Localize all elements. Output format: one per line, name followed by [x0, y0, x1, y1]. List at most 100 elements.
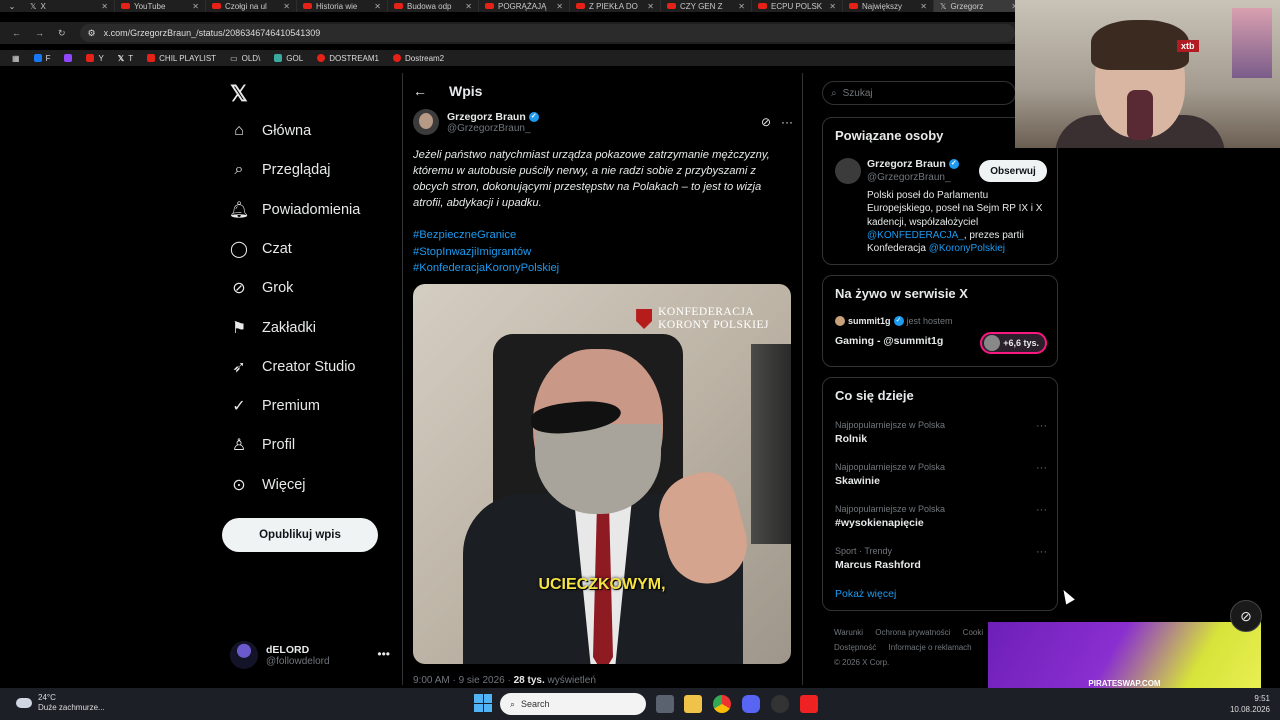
close-icon[interactable]: ✕	[647, 2, 654, 11]
footer-link[interactable]: Warunki	[834, 628, 863, 637]
close-icon[interactable]: ✕	[920, 2, 927, 11]
mention-link[interactable]: @KoronyPolskiej	[929, 243, 1005, 254]
nav-item-czat[interactable]: ◯ Czat	[230, 236, 292, 262]
close-icon[interactable]: ✕	[556, 2, 563, 11]
hashtag-link[interactable]: #KonfederacjaKoronyPolskiej	[413, 260, 559, 277]
bookmark-gol[interactable]: GOL	[274, 54, 303, 63]
close-icon[interactable]: ✕	[192, 2, 199, 11]
forward-icon[interactable]: →	[35, 28, 44, 38]
youtube-icon	[212, 3, 221, 9]
browser-tab[interactable]: POGRĄŻAJĄ ✕	[479, 0, 570, 12]
nav-item-creator-studio[interactable]: ➶ Creator Studio	[230, 354, 355, 380]
browser-tab[interactable]: Największy ✕	[843, 0, 934, 12]
nav-item-zakładki[interactable]: ⚑ Zakładki	[230, 315, 316, 341]
related-name[interactable]: Grzegorz Braun ✓	[867, 158, 959, 170]
discord-icon[interactable]	[742, 695, 760, 713]
nav-item-więcej[interactable]: ⊙ Więcej	[230, 472, 305, 498]
trend-item[interactable]: Najpopularniejsze w Polska Rolnik ···	[835, 420, 1047, 445]
live-host[interactable]: summit1g ✓ jest hostem	[835, 316, 953, 326]
browser-tab[interactable]: 𝕏 X ✕	[24, 0, 115, 12]
hashtag-link[interactable]: #StopInwazjiImigrantów	[413, 244, 559, 261]
nav-item-premium[interactable]: ✓ Premium	[230, 393, 320, 419]
grok-floating-icon[interactable]: ⊘	[1230, 600, 1262, 632]
live-listeners-pill[interactable]: +6,6 tys.	[980, 332, 1047, 354]
bookmark-dostream2[interactable]: Dostream2	[393, 54, 444, 63]
search-input[interactable]: ⌕ Szukaj	[822, 81, 1016, 105]
tab-list-icon[interactable]: ⌄	[0, 2, 24, 11]
close-icon[interactable]: ✕	[374, 2, 381, 11]
browser-tab[interactable]: ECPU POLSK ✕	[752, 0, 843, 12]
nav-item-główna[interactable]: ⌂ Główna	[230, 118, 311, 144]
hashtag-link[interactable]: #BezpieczneGranice	[413, 227, 559, 244]
trend-item[interactable]: Sport · Trendy Marcus Rashford ···	[835, 546, 1047, 571]
footer-link[interactable]: Cooki	[963, 628, 983, 637]
obs-icon[interactable]	[771, 695, 789, 713]
browser-tab[interactable]: Czołgi na ul ✕	[206, 0, 297, 12]
file-explorer-icon[interactable]	[684, 695, 702, 713]
show-more-link[interactable]: Pokaż więcej	[835, 588, 896, 600]
bookmark-t[interactable]: 𝕏T	[118, 54, 133, 63]
windows-start-icon[interactable]	[474, 694, 492, 712]
grok-icon[interactable]: ⊘	[761, 115, 771, 129]
nav-item-profil[interactable]: ♙ Profil	[230, 432, 295, 458]
browser-tab[interactable]: Historia wie ✕	[297, 0, 388, 12]
x-logo-icon[interactable]: 𝕏	[230, 81, 248, 107]
back-icon[interactable]: ←	[12, 28, 21, 38]
more-dots-icon[interactable]: ···	[1036, 462, 1047, 474]
back-arrow-icon[interactable]: ←	[413, 83, 427, 99]
trend-topic: Skawinie	[835, 475, 880, 487]
tab-label: YouTube	[134, 1, 166, 11]
bookmark-old[interactable]: ▭ OLD\	[230, 54, 260, 63]
more-dots-icon[interactable]: ···	[1036, 504, 1047, 516]
browser-tab[interactable]: CZY GEN Z ✕	[661, 0, 752, 12]
post-video[interactable]: KONFEDERACJA KORONY POLSKIEJ UCIECZKOWYM…	[413, 284, 791, 664]
more-dots-icon[interactable]: ···	[1036, 420, 1047, 432]
trend-item[interactable]: Najpopularniejsze w Polska #wysokienapięc…	[835, 504, 1047, 529]
site-info-icon[interactable]: ⚙	[88, 28, 96, 39]
account-switcher[interactable]: dELORD @followdelord •••	[230, 641, 390, 669]
browser-tab[interactable]: YouTube ✕	[115, 0, 206, 12]
close-icon[interactable]: ✕	[101, 2, 108, 11]
chrome-icon[interactable]	[713, 695, 731, 713]
nav-item-powiadomienia[interactable]: 🔔︎ Powiadomienia	[229, 197, 361, 223]
browser-tab[interactable]: Budowa odp ✕	[388, 0, 479, 12]
task-view-icon[interactable]	[656, 695, 674, 713]
app-icon[interactable]	[800, 695, 818, 713]
nav-item-przeglądaj[interactable]: ⌕ Przeglądaj	[230, 157, 331, 183]
follow-button[interactable]: Obserwuj	[979, 160, 1047, 182]
bookmark-y[interactable]: Y	[86, 54, 104, 63]
trend-item[interactable]: Najpopularniejsze w Polska Skawinie ···	[835, 462, 1047, 487]
reload-icon[interactable]: ↻	[58, 28, 66, 39]
author-avatar[interactable]	[835, 158, 861, 184]
more-dots-icon[interactable]: ···	[1036, 546, 1047, 558]
more-dots-icon[interactable]: •••	[377, 647, 390, 661]
footer-link[interactable]: Ochrona prywatności	[875, 628, 950, 637]
post-timestamp[interactable]: 9:00 AM · 9 sie 2026 ·	[413, 675, 511, 686]
weather-widget[interactable]: 24°C Duże zachmurze...	[16, 693, 105, 713]
bookmark-chil-playlist[interactable]: CHIL PLAYLIST	[147, 54, 216, 63]
mention-link[interactable]: @KONFEDERACJA_	[867, 230, 964, 241]
taskbar-search[interactable]: ⌕ Search	[500, 693, 646, 715]
browser-tab[interactable]: 𝕏Grzegorz✕	[934, 0, 1025, 12]
system-clock[interactable]: 9:51 10.08.2026	[1230, 693, 1270, 715]
bookmark-f[interactable]: F	[33, 54, 50, 63]
nav-item-grok[interactable]: ⊘ Grok	[230, 275, 293, 301]
close-icon[interactable]: ✕	[465, 2, 472, 11]
close-icon[interactable]: ✕	[829, 2, 836, 11]
author-avatar[interactable]	[413, 109, 439, 135]
url-field[interactable]: ⚙ x.com/GrzegorzBraun_/status/2086346746…	[79, 24, 1015, 42]
footer-link[interactable]: Informacje o reklamach	[888, 643, 971, 652]
more-dots-icon[interactable]: ···	[781, 115, 793, 129]
apps-icon[interactable]: ▦	[12, 54, 20, 63]
bookmark-dostream1[interactable]: DOSTREAM1	[317, 54, 379, 63]
bookmark-icon: ⚑	[231, 319, 247, 337]
publish-post-button[interactable]: Opublikuj wpis	[222, 518, 378, 552]
author-name-row[interactable]: Grzegorz Braun ✓	[447, 111, 539, 123]
live-event-title[interactable]: Gaming - @summit1g	[835, 335, 943, 347]
close-icon[interactable]: ✕	[283, 2, 290, 11]
bookmark-twitch[interactable]	[64, 54, 73, 62]
browser-tab[interactable]: Z PIEKŁA DO ✕	[570, 0, 661, 12]
host-avatar	[835, 316, 845, 326]
close-icon[interactable]: ✕	[738, 2, 745, 11]
footer-link[interactable]: Dostępność	[834, 643, 876, 652]
